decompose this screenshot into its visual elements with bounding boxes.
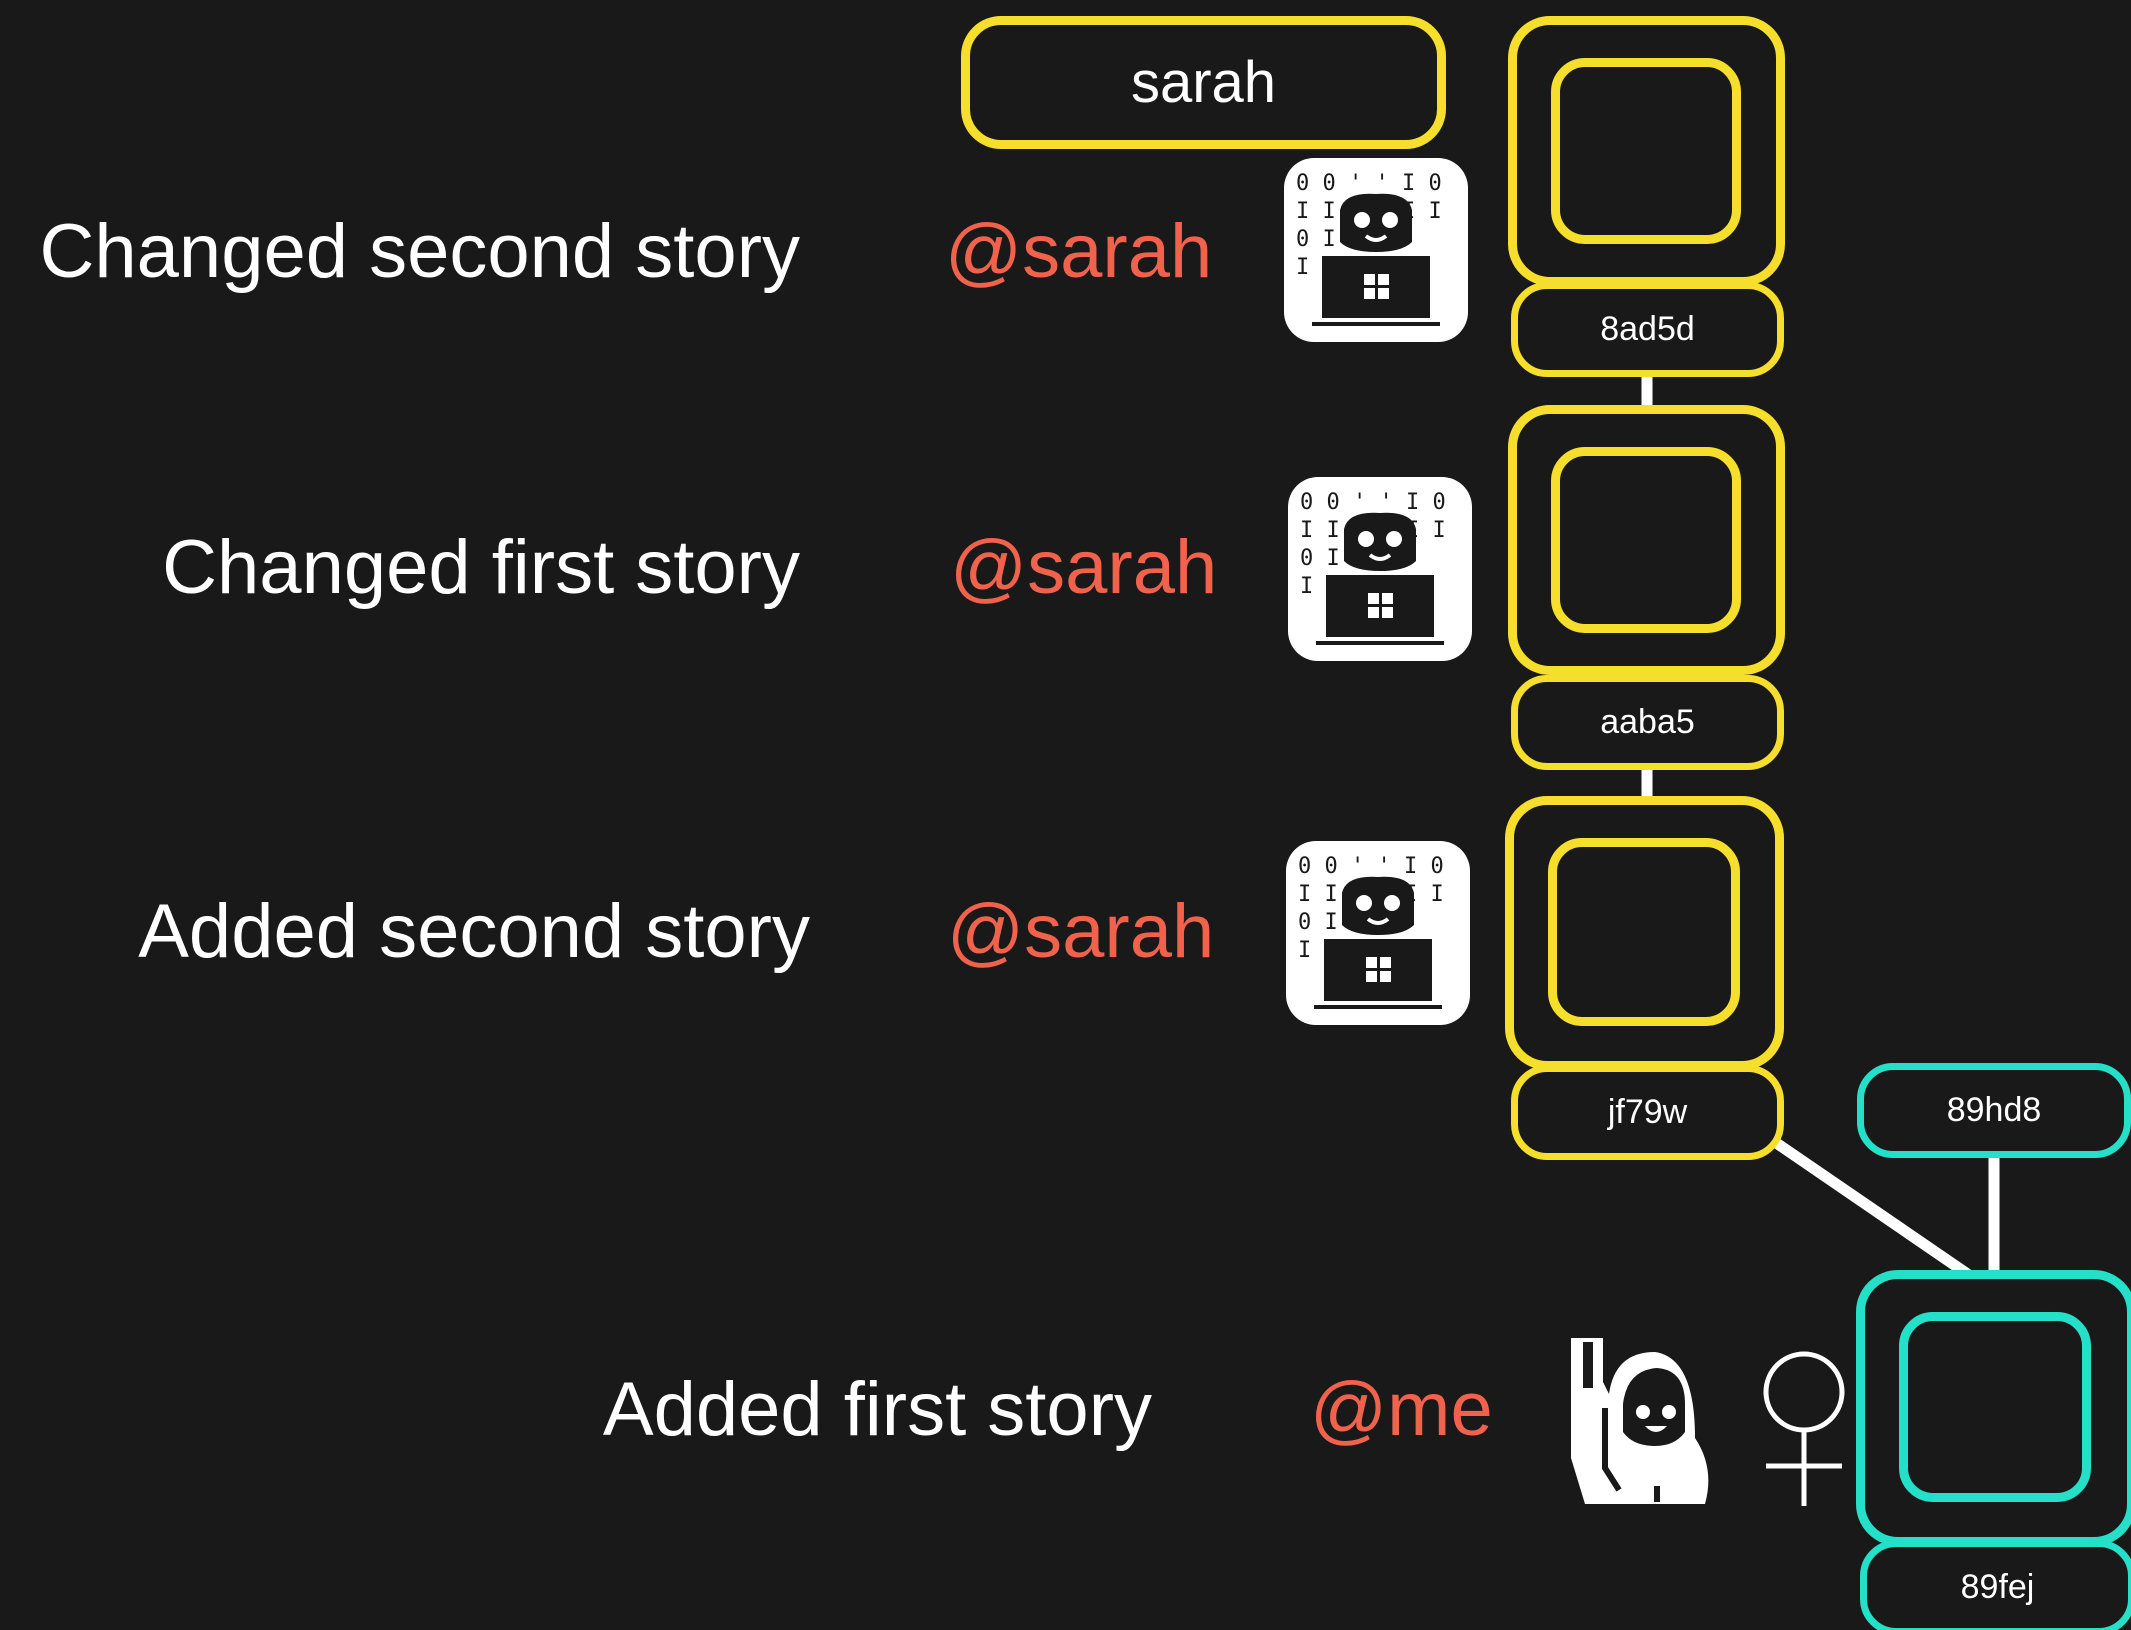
branch-label-sarah: sarah: [961, 16, 1446, 149]
commit-node-jf79w[interactable]: [1505, 796, 1784, 1070]
commit-node-inner: [1548, 838, 1740, 1026]
commit-message: Added second story: [138, 889, 810, 974]
commit-node-inner: [1551, 447, 1741, 633]
person-raising-hand-icon: [1545, 1318, 1735, 1508]
commit-author: @sarah: [947, 889, 1215, 974]
commit-message: Changed second story: [39, 209, 800, 294]
commit-author: @sarah: [945, 209, 1213, 294]
developer-laptop-icon: 0 0 ' ' I 0 I I ( ) I I 0 I 0 I I I I 0: [1288, 477, 1472, 661]
commit-node-89fej[interactable]: [1856, 1270, 2131, 1546]
commit-message: Added first story: [602, 1367, 1152, 1452]
commit-hash-badge[interactable]: 89hd8: [1857, 1063, 2131, 1158]
commit-hash-badge[interactable]: 8ad5d: [1511, 282, 1784, 377]
commit-hash-badge[interactable]: jf79w: [1511, 1065, 1784, 1160]
commit-author: @sarah: [950, 525, 1218, 610]
svg-text:0 0 ' ' I 0: 0 0 ' ' I 0: [1300, 490, 1446, 515]
commit-node-inner: [1551, 58, 1741, 244]
svg-text:0 0 ' ' I 0: 0 0 ' ' I 0: [1298, 854, 1444, 879]
commit-node-8ad5d[interactable]: [1508, 16, 1785, 286]
link-jf79w-89fej: [1768, 1135, 1989, 1291]
commit-hash-badge[interactable]: 89fej: [1860, 1540, 2131, 1630]
svg-text:0 0 ' ' I 0: 0 0 ' ' I 0: [1296, 171, 1442, 196]
commit-node-inner: [1899, 1312, 2091, 1502]
commit-node-aaba5[interactable]: [1508, 405, 1785, 675]
developer-laptop-icon: 0 0 ' ' I 0 I I ( ) I I 0 I 0 I I I I 0: [1284, 158, 1468, 342]
female-sign-icon: [1758, 1348, 1850, 1508]
commit-message: Changed first story: [162, 525, 800, 610]
commit-author: @me: [1310, 1367, 1493, 1452]
developer-laptop-icon: 0 0 ' ' I 0 I I ( ) I I 0 I 0 I I I I 0: [1286, 841, 1470, 1025]
commit-graph-diagram: sarah Changed second story @sarah 0 0 ' …: [0, 0, 2131, 1630]
commit-hash-badge[interactable]: aaba5: [1511, 675, 1784, 770]
